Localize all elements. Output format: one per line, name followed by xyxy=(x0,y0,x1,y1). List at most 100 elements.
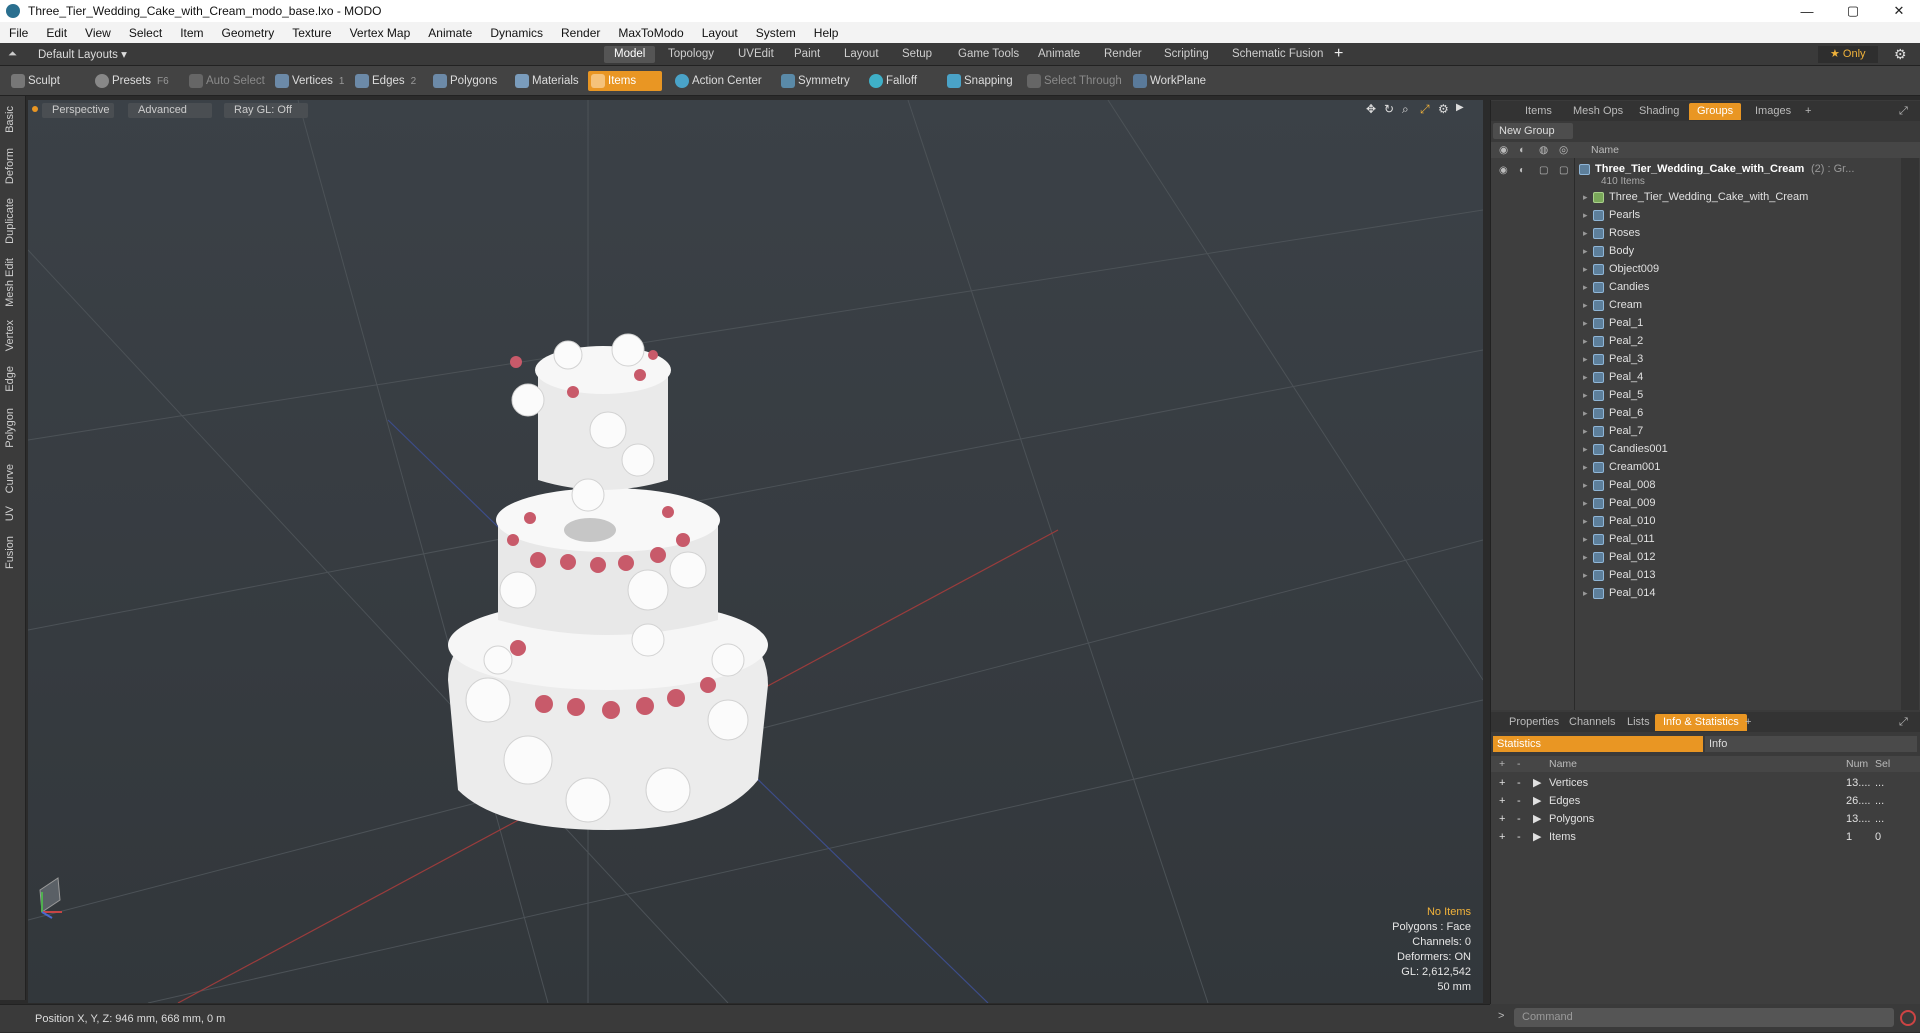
expand-arrow-icon[interactable]: ▸ xyxy=(1583,296,1588,314)
menu-geometry[interactable]: Geometry xyxy=(213,26,284,40)
collapse-all-icon[interactable]: - xyxy=(1517,756,1521,772)
sculpt-button[interactable]: Sculpt xyxy=(8,71,88,91)
select-through-button[interactable]: Select Through xyxy=(1024,71,1124,91)
tab-layout[interactable]: Layout xyxy=(834,46,889,63)
3d-viewport[interactable]: Perspective Advanced Ray GL: Off ✥ ↻ ⌕ ⤢… xyxy=(28,100,1483,1003)
fit-view-icon[interactable]: ⤢ xyxy=(1420,102,1430,117)
tree-item[interactable]: ▸ Peal_013 xyxy=(1491,566,1901,584)
add-tab-icon[interactable]: + xyxy=(1334,45,1343,63)
stats-num-header[interactable]: Num xyxy=(1846,756,1868,772)
tree-item[interactable]: ▸ Pearls xyxy=(1491,206,1901,224)
only-toggle[interactable]: ★ Only xyxy=(1818,46,1878,63)
close-button[interactable]: ✕ xyxy=(1876,0,1920,22)
gear-icon[interactable]: ⚙ xyxy=(1894,46,1907,63)
add-panel-tab-icon-2[interactable]: + xyxy=(1737,714,1759,731)
minimize-button[interactable]: — xyxy=(1784,0,1830,22)
lock-col-icon[interactable]: ◍ xyxy=(1539,142,1548,158)
snapping-button[interactable]: Snapping xyxy=(944,71,1020,91)
tree-item[interactable]: ▸ Peal_008 xyxy=(1491,476,1901,494)
root-lock-icon[interactable]: ▢ xyxy=(1539,162,1548,180)
expand-arrow-icon[interactable]: ▸ xyxy=(1583,350,1588,368)
tab-duplicate[interactable]: Duplicate xyxy=(4,198,16,244)
tab-items[interactable]: Items xyxy=(1517,103,1560,120)
rotate-icon[interactable]: ↻ xyxy=(1384,102,1394,116)
expand-all-icon[interactable]: + xyxy=(1499,756,1505,772)
expand-arrow-icon[interactable]: ▸ xyxy=(1583,242,1588,260)
tab-deform[interactable]: Deform xyxy=(4,148,16,184)
record-icon[interactable] xyxy=(1900,1010,1916,1026)
tab-info-statistics[interactable]: Info & Statistics xyxy=(1655,714,1747,731)
expand-arrow-icon[interactable]: ▸ xyxy=(1583,530,1588,548)
stats-row[interactable]: + - ▶ Items 1 0 xyxy=(1491,828,1920,846)
command-input[interactable]: Command xyxy=(1514,1008,1894,1027)
stats-row[interactable]: + - ▶ Vertices 13....... xyxy=(1491,774,1920,792)
symmetry-button[interactable]: Symmetry xyxy=(778,71,854,91)
row-remove-icon[interactable]: - xyxy=(1517,810,1521,828)
expand-arrow-icon[interactable]: ▸ xyxy=(1583,512,1588,530)
menu-layout[interactable]: Layout xyxy=(693,26,747,40)
tab-topology[interactable]: Topology xyxy=(658,46,724,63)
expand-arrow-icon[interactable]: ▸ xyxy=(1583,458,1588,476)
stats-sel-header[interactable]: Sel xyxy=(1875,756,1890,772)
expand-arrow-icon[interactable]: ▸ xyxy=(1583,440,1588,458)
row-add-icon[interactable]: + xyxy=(1499,792,1505,810)
polygons-button[interactable]: Polygons xyxy=(430,71,502,91)
groups-tree-scrollbar[interactable] xyxy=(1901,158,1919,710)
menu-dynamics[interactable]: Dynamics xyxy=(481,26,552,40)
render-col-icon[interactable]: ◐ xyxy=(1519,142,1525,158)
root-select-icon[interactable]: ▢ xyxy=(1559,162,1568,180)
expand-arrow-icon[interactable]: ▸ xyxy=(1583,404,1588,422)
expand-arrow-icon[interactable]: ▸ xyxy=(1583,566,1588,584)
add-panel-tab-icon[interactable]: + xyxy=(1797,103,1819,120)
row-expand-icon[interactable]: ▶ xyxy=(1533,792,1541,810)
view-type-dropdown[interactable]: Perspective xyxy=(42,103,114,118)
tab-animate[interactable]: Animate xyxy=(1028,46,1090,63)
tab-uvedit[interactable]: UVEdit xyxy=(728,46,784,63)
tab-images[interactable]: Images xyxy=(1747,103,1799,120)
tree-item[interactable]: ▸ Cream xyxy=(1491,296,1901,314)
raygl-toggle[interactable]: Ray GL: Off xyxy=(224,103,308,118)
stats-row[interactable]: + - ▶ Polygons 13....... xyxy=(1491,810,1920,828)
row-remove-icon[interactable]: - xyxy=(1517,792,1521,810)
viewport-settings-icon[interactable]: ⚙ xyxy=(1438,102,1449,116)
tab-game-tools[interactable]: Game Tools xyxy=(948,46,1029,63)
tree-item[interactable]: ▸ Peal_2 xyxy=(1491,332,1901,350)
maximize-button[interactable]: ▢ xyxy=(1830,0,1876,22)
menu-texture[interactable]: Texture xyxy=(283,26,340,40)
tree-root-group[interactable]: ◉ ◐ ▢ ▢ Three_Tier_Wedding_Cake_with_Cre… xyxy=(1491,160,1901,187)
row-add-icon[interactable]: + xyxy=(1499,810,1505,828)
tree-item[interactable]: ▸ Body xyxy=(1491,242,1901,260)
presets-button[interactable]: Presets F6 xyxy=(92,71,172,91)
tree-item[interactable]: ▸ Peal_012 xyxy=(1491,548,1901,566)
expand-arrow-icon[interactable]: ▸ xyxy=(1583,386,1588,404)
tab-basic[interactable]: Basic xyxy=(4,106,16,133)
edges-button[interactable]: Edges 2 xyxy=(352,71,428,91)
tree-item[interactable]: ▸ Object009 xyxy=(1491,260,1901,278)
stats-row[interactable]: + - ▶ Edges 26....... xyxy=(1491,792,1920,810)
tree-item[interactable]: ▸ Peal_5 xyxy=(1491,386,1901,404)
tab-uv[interactable]: UV xyxy=(4,506,16,521)
tree-item[interactable]: ▸ Peal_4 xyxy=(1491,368,1901,386)
tab-edge[interactable]: Edge xyxy=(4,366,16,392)
select-col-icon[interactable]: ◎ xyxy=(1559,142,1568,158)
tab-groups[interactable]: Groups xyxy=(1689,103,1742,120)
tab-properties[interactable]: Properties xyxy=(1501,714,1567,731)
expand-arrow-icon[interactable]: ▸ xyxy=(1583,422,1588,440)
panel-expand-icon-2[interactable]: ⤢ xyxy=(1891,714,1916,731)
root-render-icon[interactable]: ◐ xyxy=(1519,162,1525,180)
tab-schematic-fusion[interactable]: Schematic Fusion xyxy=(1222,46,1333,63)
vertices-button[interactable]: Vertices 1 xyxy=(272,71,352,91)
visibility-col-icon[interactable]: ◉ xyxy=(1499,142,1508,158)
tree-item[interactable]: ▸ Peal_011 xyxy=(1491,530,1901,548)
tab-curve[interactable]: Curve xyxy=(4,464,16,493)
tab-polygon[interactable]: Polygon xyxy=(4,408,16,448)
panel-expand-icon[interactable]: ⤢ xyxy=(1891,103,1916,120)
new-group-button[interactable]: New Group xyxy=(1493,123,1573,139)
shading-dropdown[interactable]: Advanced xyxy=(128,103,212,118)
expand-arrow-icon[interactable]: ▸ xyxy=(1583,188,1588,206)
tree-item[interactable]: ▸ Peal_009 xyxy=(1491,494,1901,512)
menu-system[interactable]: System xyxy=(747,26,805,40)
action-center-button[interactable]: Action Center xyxy=(672,71,764,91)
materials-button[interactable]: Materials xyxy=(512,71,580,91)
menu-animate[interactable]: Animate xyxy=(419,26,481,40)
